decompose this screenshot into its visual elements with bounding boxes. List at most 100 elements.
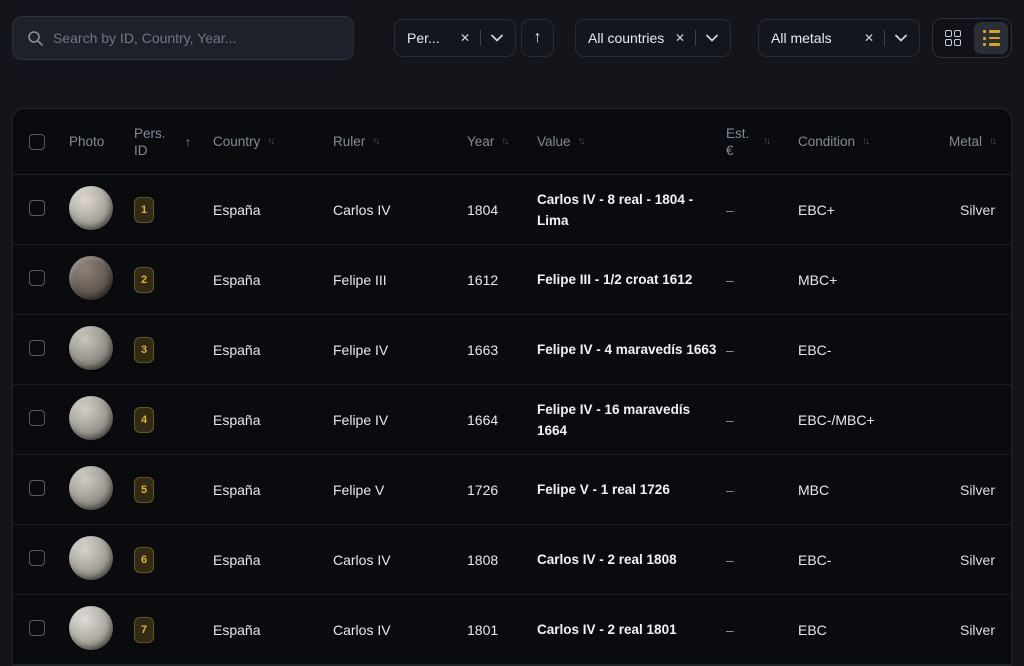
column-label: Est. € xyxy=(726,125,756,159)
metals-filter-clear-icon[interactable]: ✕ xyxy=(864,32,874,44)
sort-icon: ↑↓ xyxy=(267,136,273,147)
table-row[interactable]: 4 España Felipe IV 1664 Felipe IV - 16 m… xyxy=(13,385,1011,455)
table-header-row: PhotoPers. ID↑Country↑↓Ruler↑↓Year↑↓Valu… xyxy=(13,109,1011,175)
coin-photo[interactable] xyxy=(69,186,113,230)
column-header-ruler[interactable]: Ruler ↑↓ xyxy=(333,133,467,150)
row-ruler: Felipe III xyxy=(333,272,467,288)
countries-filter-value: All countries xyxy=(588,30,664,46)
row-value: Felipe III - 1/2 croat 1612 xyxy=(537,269,726,290)
metals-filter-value: All metals xyxy=(771,30,832,46)
row-condition: EBC- xyxy=(798,552,948,568)
sort-icon: ↑↓ xyxy=(372,136,378,147)
grid-view-button[interactable] xyxy=(936,22,970,54)
column-label: Metal xyxy=(949,133,982,150)
row-checkbox[interactable] xyxy=(29,550,45,566)
countries-filter-select[interactable]: All countries ✕ xyxy=(575,19,731,57)
row-value: Carlos IV - 8 real - 1804 - Lima xyxy=(537,189,726,231)
table-row[interactable]: 3 España Felipe IV 1663 Felipe IV - 4 ma… xyxy=(13,315,1011,385)
row-checkbox[interactable] xyxy=(29,620,45,636)
list-view-button[interactable] xyxy=(974,22,1008,54)
coin-photo[interactable] xyxy=(69,326,113,370)
row-estimate: – xyxy=(726,202,798,218)
column-header-condition[interactable]: Condition↑↓ xyxy=(798,133,948,150)
toolbar: Per... ✕ ↑ All countries ✕ All metals ✕ xyxy=(12,16,1012,60)
row-condition: MBC+ xyxy=(798,272,948,288)
sort-icon: ↑↓ xyxy=(578,136,584,147)
select-all-checkbox[interactable] xyxy=(29,134,45,150)
column-header-photo: Photo xyxy=(69,133,134,150)
column-label: Country xyxy=(213,133,260,150)
row-year: 1808 xyxy=(467,552,537,568)
row-condition: EBC+ xyxy=(798,202,948,218)
row-country: España xyxy=(213,622,333,638)
column-header-metal[interactable]: Metal↑↓ xyxy=(948,133,995,150)
row-estimate: – xyxy=(726,622,798,638)
row-metal: Silver xyxy=(948,202,995,218)
period-filter-clear-icon[interactable]: ✕ xyxy=(460,32,470,44)
column-header-est[interactable]: Est. €↑↓ xyxy=(726,125,798,159)
row-metal: Silver xyxy=(948,622,995,638)
period-filter-select[interactable]: Per... ✕ xyxy=(394,19,516,57)
row-value: Carlos IV - 2 real 1801 xyxy=(537,619,726,640)
table-body: 1 España Carlos IV 1804 Carlos IV - 8 re… xyxy=(13,175,1011,665)
sort-ascending-icon: ↑ xyxy=(185,135,191,149)
column-label: Year xyxy=(467,133,494,150)
row-checkbox[interactable] xyxy=(29,270,45,286)
row-estimate: – xyxy=(726,272,798,288)
chevron-down-icon[interactable] xyxy=(706,34,718,42)
coin-photo[interactable] xyxy=(69,606,113,650)
row-ruler: Carlos IV xyxy=(333,552,467,568)
chevron-down-icon[interactable] xyxy=(491,34,503,42)
row-checkbox[interactable] xyxy=(29,340,45,356)
column-label: Photo xyxy=(69,133,104,150)
table-row[interactable]: 5 España Felipe V 1726 Felipe V - 1 real… xyxy=(13,455,1011,525)
row-condition: EBC- xyxy=(798,342,948,358)
column-header-year[interactable]: Year↑↓ xyxy=(467,133,537,150)
coins-table: PhotoPers. ID↑Country↑↓Ruler↑↓Year↑↓Valu… xyxy=(12,108,1012,666)
table-row[interactable]: 1 España Carlos IV 1804 Carlos IV - 8 re… xyxy=(13,175,1011,245)
coin-collection-app: Per... ✕ ↑ All countries ✕ All metals ✕ xyxy=(0,16,1024,666)
row-estimate: – xyxy=(726,342,798,358)
row-metal: Silver xyxy=(948,482,995,498)
column-label: Pers. ID xyxy=(134,125,178,159)
view-toggle xyxy=(932,18,1012,58)
coin-photo[interactable] xyxy=(69,256,113,300)
search-icon xyxy=(27,30,43,46)
search-input[interactable] xyxy=(53,30,339,46)
table-row[interactable]: 7 España Carlos IV 1801 Carlos IV - 2 re… xyxy=(13,595,1011,665)
column-label: Ruler xyxy=(333,133,365,150)
row-year: 1804 xyxy=(467,202,537,218)
metals-filter-select[interactable]: All metals ✕ xyxy=(758,19,920,57)
table-row[interactable]: 6 España Carlos IV 1808 Carlos IV - 2 re… xyxy=(13,525,1011,595)
row-estimate: – xyxy=(726,412,798,428)
row-checkbox[interactable] xyxy=(29,410,45,426)
coin-photo[interactable] xyxy=(69,536,113,580)
row-ruler: Felipe IV xyxy=(333,412,467,428)
row-id-badge: 3 xyxy=(134,337,154,363)
row-metal: Silver xyxy=(948,552,995,568)
column-header-country[interactable]: Country ↑↓ xyxy=(213,133,333,150)
coin-photo[interactable] xyxy=(69,396,113,440)
row-id-badge: 6 xyxy=(134,547,154,573)
search-box[interactable] xyxy=(12,16,354,60)
divider xyxy=(884,30,885,46)
row-id-badge: 2 xyxy=(134,267,154,293)
countries-filter-clear-icon[interactable]: ✕ xyxy=(675,32,685,44)
row-condition: EBC xyxy=(798,622,948,638)
row-checkbox[interactable] xyxy=(29,480,45,496)
arrow-up-icon: ↑ xyxy=(534,29,542,47)
row-checkbox[interactable] xyxy=(29,200,45,216)
row-condition: MBC xyxy=(798,482,948,498)
column-header-value[interactable]: Value↑↓ xyxy=(537,133,726,150)
table-row[interactable]: 2 España Felipe III 1612 Felipe III - 1/… xyxy=(13,245,1011,315)
row-ruler: Felipe IV xyxy=(333,342,467,358)
column-label: Condition xyxy=(798,133,855,150)
sort-direction-button[interactable]: ↑ xyxy=(521,19,554,57)
divider xyxy=(695,30,696,46)
chevron-down-icon[interactable] xyxy=(895,34,907,42)
coin-photo[interactable] xyxy=(69,466,113,510)
row-country: España xyxy=(213,482,333,498)
column-header-id[interactable]: Pers. ID ↑ xyxy=(134,125,213,159)
row-ruler: Carlos IV xyxy=(333,622,467,638)
row-condition: EBC-/MBC+ xyxy=(798,412,948,428)
